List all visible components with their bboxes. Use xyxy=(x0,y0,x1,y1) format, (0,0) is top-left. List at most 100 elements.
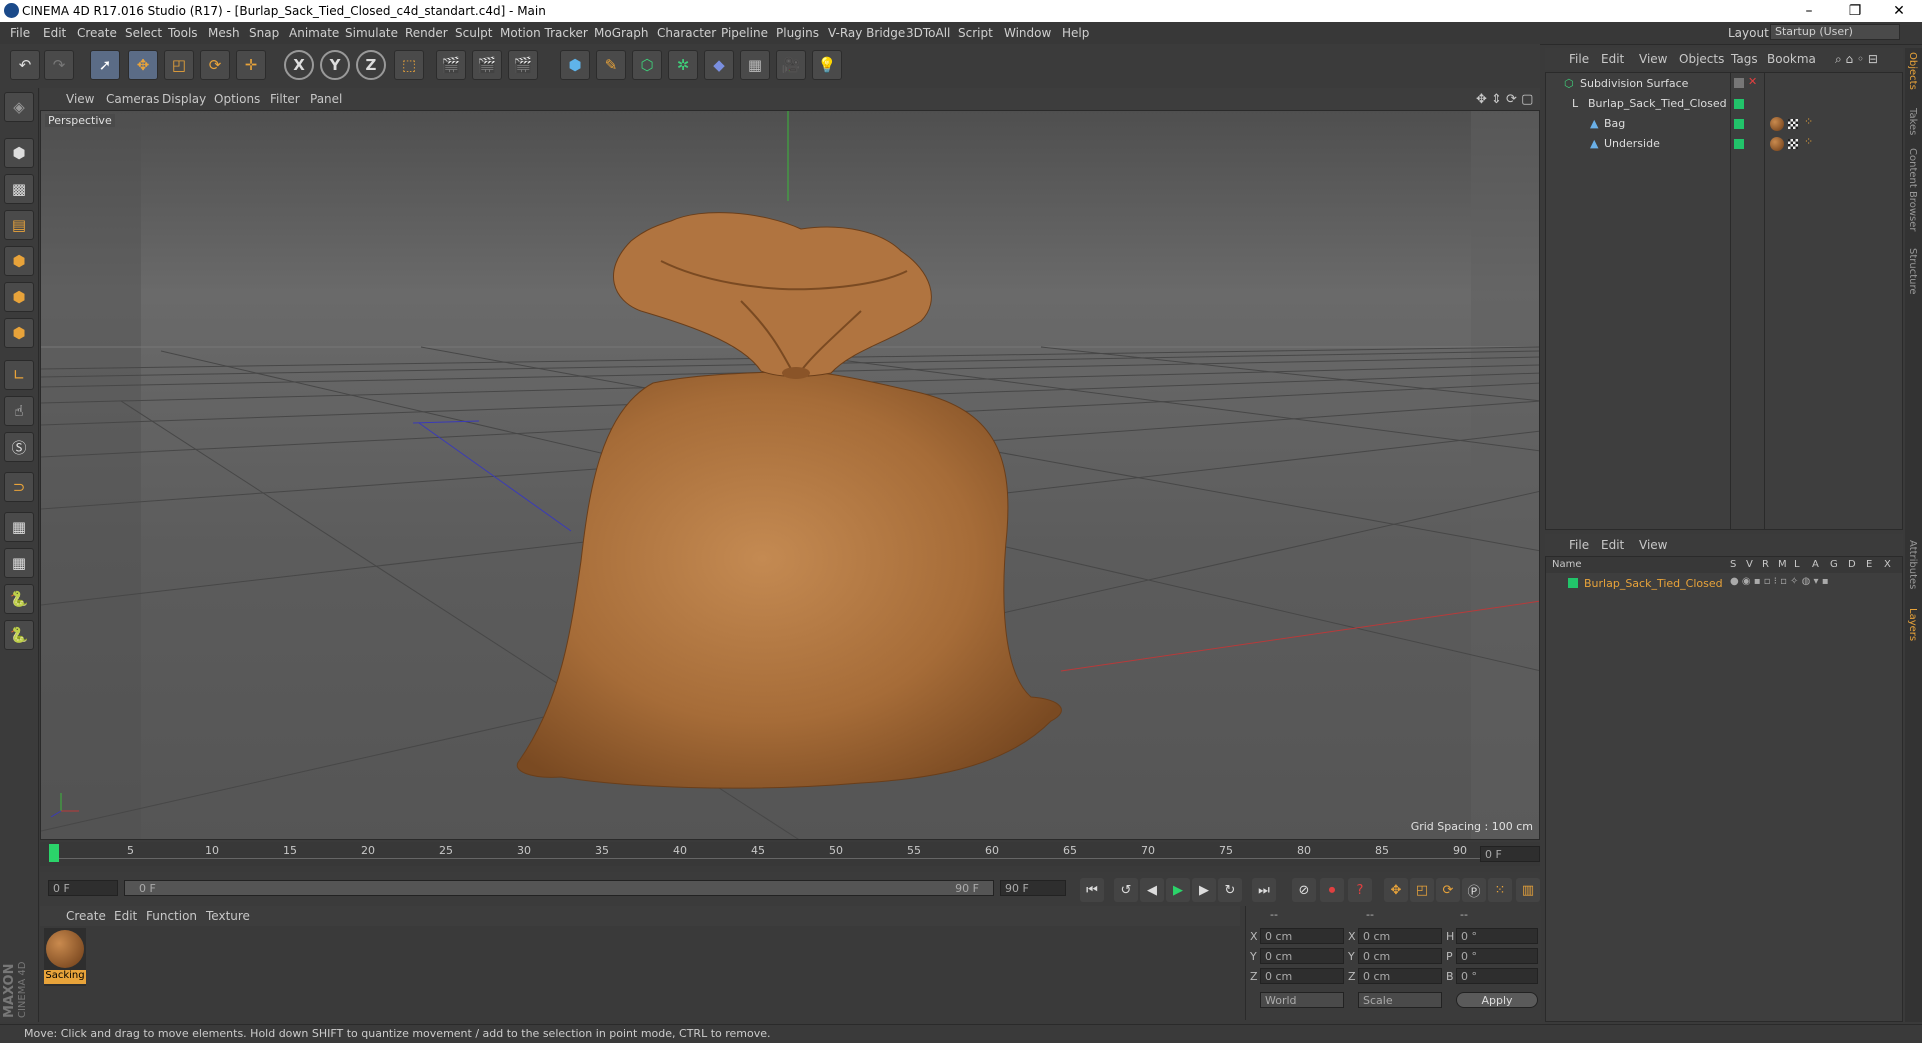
obj-menu-bookmarks[interactable]: Bookma xyxy=(1767,52,1816,66)
layer-row[interactable]: Burlap_Sack_Tied_Closed ● ◉ ▪ ▫ ⁝ ▫ ✧ ◍ … xyxy=(1546,575,1902,593)
mat-menu-texture[interactable]: Texture xyxy=(206,909,250,923)
selection-tag-icon[interactable]: ⁘ xyxy=(1804,115,1813,128)
minimize-button[interactable]: – xyxy=(1786,0,1832,22)
move-tool-button[interactable]: ✥ xyxy=(128,50,158,80)
rotation-p-field[interactable]: 0 ° xyxy=(1456,948,1538,964)
start-frame-field[interactable]: 0 F xyxy=(48,880,118,896)
position-y-field[interactable]: 0 cm xyxy=(1260,948,1344,964)
position-z-field[interactable]: 0 cm xyxy=(1260,968,1344,984)
rotate-tool-button[interactable]: ⟳ xyxy=(200,50,230,80)
lock-workplane-button[interactable]: ▦ xyxy=(4,512,34,542)
tab-attributes[interactable]: Attributes xyxy=(1907,540,1918,589)
viewport-menu-panel[interactable]: Panel xyxy=(310,92,342,106)
menu-render[interactable]: Render xyxy=(405,26,448,40)
python-script-button-1[interactable]: 🐍 xyxy=(4,584,34,614)
record-button[interactable]: ⏺ xyxy=(1320,878,1344,902)
render-view-button[interactable]: 🎬 xyxy=(436,50,466,80)
end-frame-field[interactable]: 90 F xyxy=(1000,880,1066,896)
x-axis-lock-button[interactable]: X xyxy=(284,50,314,80)
visibility-check-icon[interactable] xyxy=(1734,78,1744,88)
menu-tools[interactable]: Tools xyxy=(168,26,198,40)
obj-menu-file[interactable]: File xyxy=(1569,52,1589,66)
key-help-button[interactable]: ? xyxy=(1348,878,1372,902)
tab-structure[interactable]: Structure xyxy=(1907,248,1918,295)
size-x-field[interactable]: 0 cm xyxy=(1358,928,1442,944)
live-selection-button[interactable]: ➚ xyxy=(90,50,120,80)
add-cloner-button[interactable]: ✲ xyxy=(668,50,698,80)
previous-key-button[interactable]: ↺ xyxy=(1114,878,1138,902)
y-axis-lock-button[interactable]: Y xyxy=(320,50,350,80)
size-y-field[interactable]: 0 cm xyxy=(1358,948,1442,964)
layer-menu-view[interactable]: View xyxy=(1639,538,1667,552)
polygons-mode-button[interactable]: ⬢ xyxy=(4,318,34,348)
obj-search-icon[interactable]: ⌕ ⌂ ◦ ⊟ xyxy=(1835,52,1878,67)
coordinate-system-button[interactable]: ⬚ xyxy=(394,50,424,80)
z-axis-lock-button[interactable]: Z xyxy=(356,50,386,80)
object-row[interactable]: ⬡ Subdivision Surface ✕ xyxy=(1546,75,1902,93)
magnet-button[interactable]: ⊃ xyxy=(4,472,34,502)
python-script-button-2[interactable]: 🐍 xyxy=(4,620,34,650)
undo-button[interactable]: ↶ xyxy=(10,50,40,80)
next-frame-button[interactable]: ▶ xyxy=(1192,878,1216,902)
render-picture-viewer-button[interactable]: 🎬 xyxy=(472,50,502,80)
object-row[interactable]: L Burlap_Sack_Tied_Closed xyxy=(1546,95,1902,113)
scale-tool-button[interactable]: ◰ xyxy=(164,50,194,80)
3d-viewport[interactable]: Perspective Grid Spacing : 100 cm xyxy=(40,110,1540,840)
uvw-tag-icon[interactable] xyxy=(1788,139,1798,149)
tweak-mode-button[interactable]: ☝ xyxy=(4,396,34,426)
coord-system-select[interactable]: World xyxy=(1260,992,1344,1008)
menu-help[interactable]: Help xyxy=(1062,26,1089,40)
menu-file[interactable]: File xyxy=(10,26,30,40)
autokey-button[interactable]: ⊘ xyxy=(1292,878,1316,902)
object-row[interactable]: ▲ Underside ⁘ xyxy=(1546,135,1902,153)
viewport-navigate-icon[interactable]: ✥ ⇕ ⟳ ▢ xyxy=(1476,92,1533,107)
viewport-menu-options[interactable]: Options xyxy=(214,92,260,106)
edges-mode-button[interactable]: ⬢ xyxy=(4,282,34,312)
add-pen-button[interactable]: ✎ xyxy=(596,50,626,80)
tab-content-browser[interactable]: Content Browser xyxy=(1907,148,1918,231)
add-floor-button[interactable]: ▦ xyxy=(740,50,770,80)
material-sacking[interactable]: Sacking xyxy=(44,928,86,986)
menu-edit[interactable]: Edit xyxy=(43,26,66,40)
menu-script[interactable]: Script xyxy=(958,26,993,40)
key-position-button[interactable]: ✥ xyxy=(1384,878,1408,902)
play-button[interactable]: ▶ xyxy=(1166,878,1190,902)
obj-menu-view[interactable]: View xyxy=(1639,52,1667,66)
viewport-menu-display[interactable]: Display xyxy=(162,92,206,106)
mat-menu-create[interactable]: Create xyxy=(66,909,106,923)
layer-toggle-icons[interactable]: ● ◉ ▪ ▫ ⁝ ▫ ✧ ◍ ▾ ▪ xyxy=(1730,576,1828,587)
menu-pipeline[interactable]: Pipeline xyxy=(721,26,768,40)
menu-mograph[interactable]: MoGraph xyxy=(594,26,649,40)
frame-range-slider[interactable]: 0 F 90 F xyxy=(124,880,994,896)
texture-mode-button[interactable]: ▩ xyxy=(4,174,34,204)
material-tag-icon[interactable] xyxy=(1770,137,1784,151)
add-subdivision-button[interactable]: ⬡ xyxy=(632,50,662,80)
next-key-button[interactable]: ↻ xyxy=(1218,878,1242,902)
transform-tool-button[interactable]: ✛ xyxy=(236,50,266,80)
layer-menu-file[interactable]: File xyxy=(1569,538,1589,552)
layer-color-swatch[interactable] xyxy=(1734,99,1744,109)
menu-character[interactable]: Character xyxy=(657,26,716,40)
menu-sculpt[interactable]: Sculpt xyxy=(455,26,492,40)
viewport-menu-filter[interactable]: Filter xyxy=(270,92,300,106)
playhead[interactable] xyxy=(49,844,59,862)
menu-simulate[interactable]: Simulate xyxy=(345,26,398,40)
key-pla-button[interactable]: ⁙ xyxy=(1488,878,1512,902)
obj-menu-objects[interactable]: Objects xyxy=(1679,52,1724,66)
menu-window[interactable]: Window xyxy=(1004,26,1051,40)
key-rotation-button[interactable]: ⟳ xyxy=(1436,878,1460,902)
workplane-mode-button[interactable]: ▤ xyxy=(4,210,34,240)
layer-menu-edit[interactable]: Edit xyxy=(1601,538,1624,552)
layer-color-swatch[interactable] xyxy=(1734,119,1744,129)
close-button[interactable]: ✕ xyxy=(1876,0,1922,22)
object-row[interactable]: ▲ Bag ⁘ xyxy=(1546,115,1902,133)
obj-menu-edit[interactable]: Edit xyxy=(1601,52,1624,66)
model-mode-button[interactable]: ⬢ xyxy=(4,138,34,168)
timeline-window-button[interactable]: ▥ xyxy=(1516,878,1540,902)
points-mode-button[interactable]: ⬢ xyxy=(4,246,34,276)
mat-menu-edit[interactable]: Edit xyxy=(114,909,137,923)
add-cube-button[interactable]: ⬢ xyxy=(560,50,590,80)
size-z-field[interactable]: 0 cm xyxy=(1358,968,1442,984)
viewport-menu-view[interactable]: View xyxy=(66,92,94,106)
key-scale-button[interactable]: ◰ xyxy=(1410,878,1434,902)
